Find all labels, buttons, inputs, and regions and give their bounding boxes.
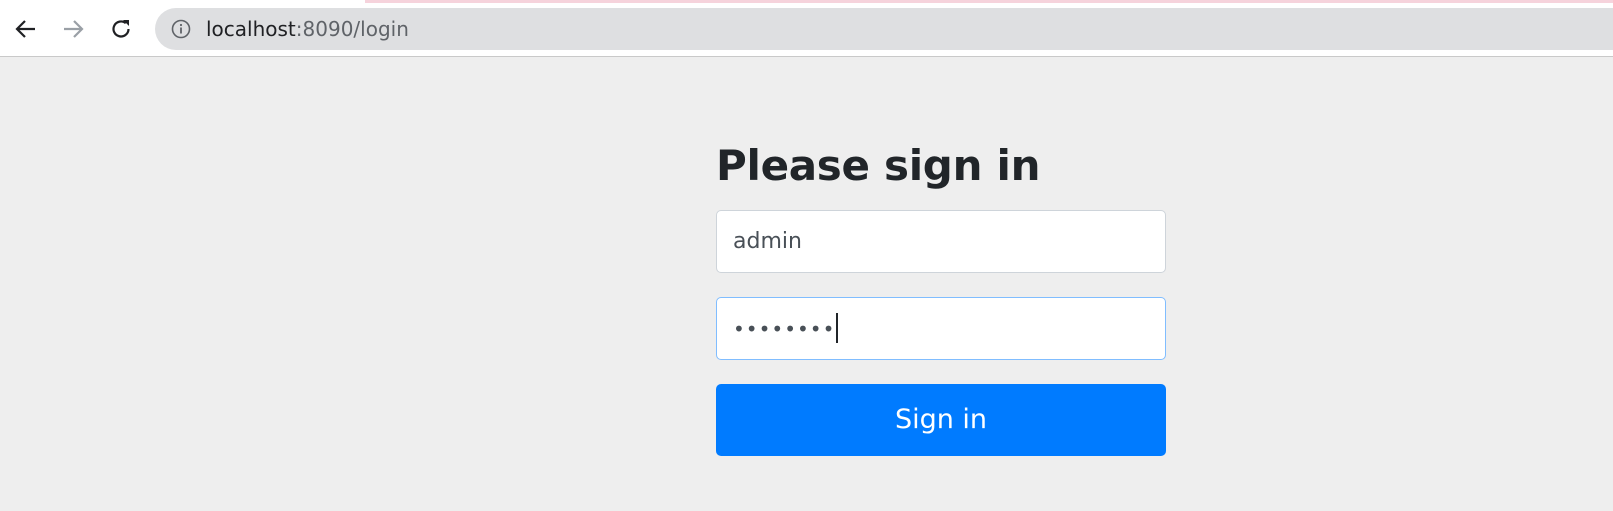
sign-in-button[interactable]: Sign in (716, 384, 1166, 456)
browser-toolbar: localhost:8090/login (0, 0, 1613, 57)
url-text[interactable]: localhost:8090/login (206, 17, 409, 41)
url-path: :8090/login (295, 17, 409, 41)
address-bar[interactable]: localhost:8090/login (155, 8, 1613, 50)
arrow-right-icon (64, 20, 84, 38)
info-icon[interactable] (171, 19, 191, 39)
url-host: localhost (206, 17, 296, 41)
login-form: Please sign in admin •••••••• Sign in (716, 138, 1166, 456)
back-button[interactable] (12, 12, 40, 46)
password-field[interactable]: •••••••• (716, 297, 1166, 360)
reload-button[interactable] (107, 12, 135, 46)
active-tab-stripe (365, 0, 1613, 3)
username-field[interactable]: admin (716, 210, 1166, 273)
username-value: admin (733, 229, 802, 254)
forward-button[interactable] (59, 12, 87, 46)
password-value: •••••••• (733, 317, 836, 341)
password-value-wrap: •••••••• (733, 313, 839, 345)
text-caret (836, 313, 839, 343)
arrow-left-icon (15, 20, 35, 38)
page-title: Please sign in (716, 141, 1041, 190)
reload-icon (112, 20, 130, 38)
